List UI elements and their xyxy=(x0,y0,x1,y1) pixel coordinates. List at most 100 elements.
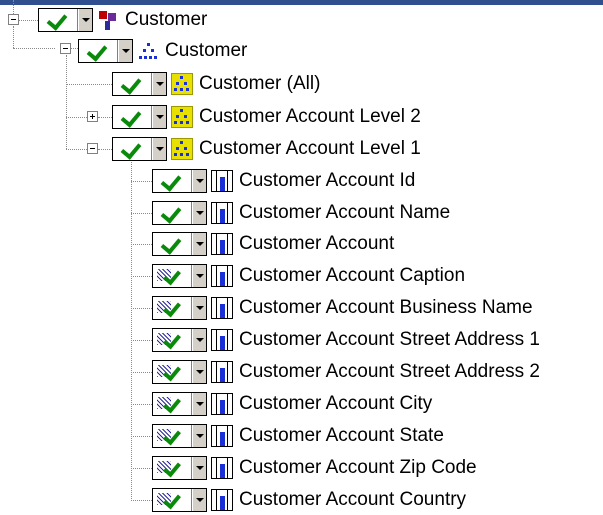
tree-connector xyxy=(66,55,67,149)
tree-connector xyxy=(66,149,87,150)
state-combo[interactable] xyxy=(78,39,133,63)
tree-connector xyxy=(13,26,14,48)
collapse-hierarchy-toggle[interactable] xyxy=(60,43,71,54)
state-combo[interactable] xyxy=(152,264,207,288)
tree-row-attribute[interactable]: Customer Account Name xyxy=(152,198,450,228)
state-combo[interactable] xyxy=(152,169,207,193)
attribute-icon xyxy=(211,361,233,383)
dropdown-arrow-icon[interactable] xyxy=(192,329,206,351)
tree-connector xyxy=(131,181,152,182)
state-value xyxy=(113,138,152,160)
state-value xyxy=(113,73,152,95)
state-combo[interactable] xyxy=(112,137,167,161)
dimension-label: Customer xyxy=(125,9,208,30)
attribute-icon xyxy=(211,170,233,192)
state-value xyxy=(153,170,192,192)
tree-connector xyxy=(131,500,152,501)
tree-row-attribute[interactable]: Customer Account xyxy=(152,229,394,259)
state-value xyxy=(79,40,118,62)
collapse-dimension-toggle[interactable] xyxy=(8,14,19,25)
dropdown-arrow-icon[interactable] xyxy=(118,40,132,62)
attribute-icon xyxy=(211,265,233,287)
state-combo[interactable] xyxy=(152,328,207,352)
dropdown-arrow-icon[interactable] xyxy=(192,202,206,224)
dropdown-arrow-icon[interactable] xyxy=(192,233,206,255)
state-combo[interactable] xyxy=(112,105,167,129)
state-combo[interactable] xyxy=(152,360,207,384)
tree-connector xyxy=(131,404,152,405)
attribute-label: Customer Account Caption xyxy=(239,265,466,286)
dropdown-arrow-icon[interactable] xyxy=(192,170,206,192)
tree-row-attribute[interactable]: Customer Account Id xyxy=(152,166,415,196)
state-value xyxy=(153,202,192,224)
state-combo[interactable] xyxy=(152,392,207,416)
attribute-icon xyxy=(211,425,233,447)
dimension-tree: Customer Customer Customer (All) Custome… xyxy=(0,0,603,514)
check-icon xyxy=(86,40,108,62)
tree-row-attribute[interactable]: Customer Account State xyxy=(152,421,444,451)
tree-row-level[interactable]: Customer Account Level 2 xyxy=(112,102,421,132)
dropdown-arrow-icon[interactable] xyxy=(192,297,206,319)
dropdown-arrow-icon[interactable] xyxy=(152,106,166,128)
dropdown-arrow-icon[interactable] xyxy=(192,265,206,287)
attribute-label: Customer Account Name xyxy=(239,202,451,223)
state-combo[interactable] xyxy=(152,296,207,320)
expand-level-2-toggle[interactable] xyxy=(87,111,98,122)
dropdown-arrow-icon[interactable] xyxy=(192,361,206,383)
level-label: Customer Account Level 1 xyxy=(199,138,421,159)
collapse-level-1-toggle[interactable] xyxy=(87,143,98,154)
attribute-label: Customer Account State xyxy=(239,425,444,446)
dropdown-arrow-icon[interactable] xyxy=(192,425,206,447)
check-icon xyxy=(120,138,142,160)
hierarchy-icon xyxy=(137,40,159,62)
tree-connector xyxy=(131,308,152,309)
tree-row-attribute[interactable]: Customer Account Zip Code xyxy=(152,453,477,483)
attribute-label: Customer Account Id xyxy=(239,170,416,191)
state-combo[interactable] xyxy=(152,201,207,225)
tree-row-attribute[interactable]: Customer Account Street Address 2 xyxy=(152,357,540,387)
tree-row-attribute[interactable]: Customer Account Business Name xyxy=(152,293,533,323)
tree-connector xyxy=(13,0,14,14)
dropdown-arrow-icon[interactable] xyxy=(192,393,206,415)
dropdown-arrow-icon[interactable] xyxy=(192,457,206,479)
dropdown-arrow-icon[interactable] xyxy=(78,9,92,31)
state-combo[interactable] xyxy=(152,424,207,448)
dimension-icon xyxy=(97,9,119,31)
tree-row-attribute[interactable]: Customer Account City xyxy=(152,389,432,419)
state-combo[interactable] xyxy=(152,488,207,512)
state-combo[interactable] xyxy=(152,232,207,256)
state-combo[interactable] xyxy=(38,8,93,32)
tree-connector xyxy=(98,149,112,150)
dropdown-arrow-icon[interactable] xyxy=(152,138,166,160)
tree-row-attribute[interactable]: Customer Account Country xyxy=(152,485,466,515)
attribute-icon xyxy=(211,457,233,479)
check-icon xyxy=(120,106,142,128)
hierarchy-label: Customer xyxy=(165,40,248,61)
attribute-label: Customer Account xyxy=(239,233,395,254)
check-icon xyxy=(46,9,68,31)
level-icon xyxy=(171,138,193,160)
attribute-label: Customer Account Country xyxy=(239,489,467,510)
dropdown-arrow-icon[interactable] xyxy=(192,489,206,511)
attribute-icon xyxy=(211,233,233,255)
tree-row-level[interactable]: Customer Account Level 1 xyxy=(112,134,421,164)
state-value xyxy=(153,361,192,383)
tree-row-dimension[interactable]: Customer xyxy=(38,5,207,35)
tree-row-attribute[interactable]: Customer Account Caption xyxy=(152,261,465,291)
tree-row-level[interactable]: Customer (All) xyxy=(112,69,320,99)
attribute-icon xyxy=(211,489,233,511)
state-value xyxy=(153,265,192,287)
check-icon xyxy=(160,202,182,224)
attribute-icon xyxy=(211,329,233,351)
tree-row-hierarchy[interactable]: Customer xyxy=(78,36,247,66)
attribute-icon xyxy=(211,297,233,319)
check-icon xyxy=(160,170,182,192)
attribute-label: Customer Account City xyxy=(239,393,433,414)
state-combo[interactable] xyxy=(152,456,207,480)
level-icon xyxy=(171,73,193,95)
level-icon xyxy=(171,106,193,128)
level-label: Customer (All) xyxy=(199,73,321,94)
state-combo[interactable] xyxy=(112,72,167,96)
tree-row-attribute[interactable]: Customer Account Street Address 1 xyxy=(152,325,540,355)
dropdown-arrow-icon[interactable] xyxy=(152,73,166,95)
